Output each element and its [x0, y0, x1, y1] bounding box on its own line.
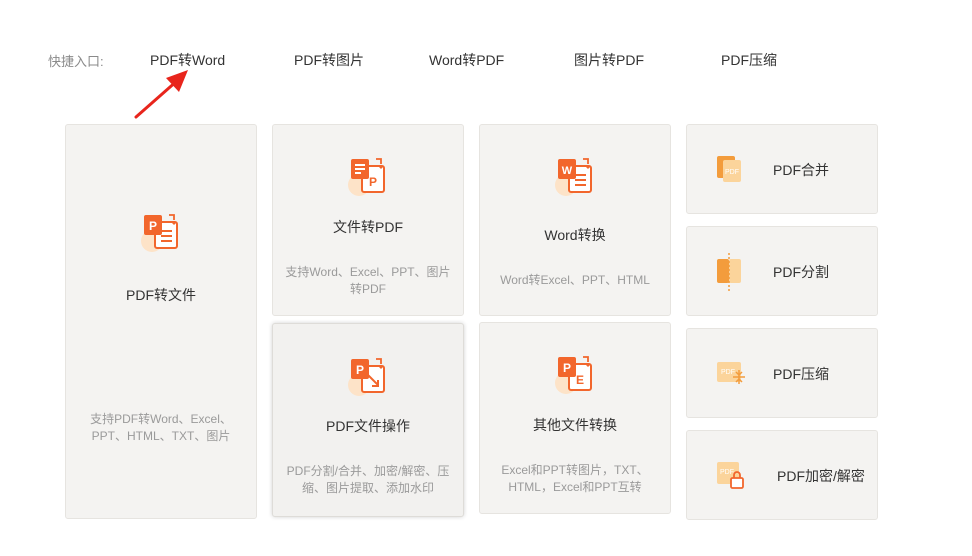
quick-link-pdf-to-image[interactable]: PDF转图片 — [294, 50, 364, 70]
pdf-lock-icon: PDF — [717, 462, 744, 489]
card-description: 支持PDF转Word、Excel、PPT、HTML、TXT、图片 — [90, 412, 232, 443]
file-to-pdf-icon: P — [348, 158, 385, 196]
card-title: Word转换 — [544, 227, 606, 243]
quick-link-pdf-compress[interactable]: PDF压缩 — [721, 50, 777, 70]
card-title: PDF转文件 — [126, 287, 196, 303]
svg-text:PDF: PDF — [720, 469, 734, 476]
card-pdf-file-operations[interactable]: P PDF文件操作 PDF分割/合并、加密/解密、压缩、图片提取、添加水印 — [272, 323, 464, 517]
card-title: PDF文件操作 — [326, 418, 410, 434]
card-description: PDF分割/合并、加密/解密、压缩、图片提取、添加水印 — [286, 464, 450, 495]
card-description: Word转Excel、PPT、HTML — [500, 273, 650, 287]
word-convert-icon: W — [555, 158, 592, 196]
tool-title: PDF分割 — [773, 264, 829, 280]
tool-card-pdf-split[interactable]: PDF分割 — [686, 226, 878, 316]
tool-card-pdf-encrypt[interactable]: PDF PDF加密/解密 — [686, 430, 878, 520]
card-word-convert[interactable]: W Word转换 Word转Excel、PPT、HTML — [479, 124, 671, 316]
svg-text:W: W — [562, 165, 573, 177]
tool-card-pdf-merge[interactable]: PDF PDF合并 — [686, 124, 878, 214]
card-file-to-pdf[interactable]: P 文件转PDF 支持Word、Excel、PPT、图片转PDF — [272, 124, 464, 316]
pdf-operations-icon: P — [348, 358, 385, 396]
svg-text:PDF: PDF — [721, 369, 735, 376]
quick-entry-label: 快捷入口: — [48, 54, 104, 69]
svg-text:P: P — [356, 363, 364, 377]
svg-text:P: P — [149, 219, 157, 233]
other-convert-icon: E P — [555, 356, 592, 394]
quick-link-image-to-pdf[interactable]: 图片转PDF — [574, 50, 644, 70]
pdf-merge-icon: PDF — [717, 156, 741, 182]
svg-text:P: P — [369, 175, 377, 189]
card-title: 文件转PDF — [333, 219, 403, 235]
svg-text:PDF: PDF — [725, 169, 739, 176]
card-description: Excel和PPT转图片，TXT、HTML，Excel和PPT互转 — [501, 463, 649, 494]
card-other-convert[interactable]: E P 其他文件转换 Excel和PPT转图片，TXT、HTML，Excel和P… — [479, 322, 671, 514]
pdf-split-icon — [717, 253, 741, 291]
tool-title: PDF压缩 — [773, 366, 829, 382]
red-arrow-annotation — [134, 70, 188, 119]
card-description: 支持Word、Excel、PPT、图片转PDF — [285, 265, 451, 296]
card-pdf-to-file[interactable]: P PDF转文件 支持PDF转Word、Excel、PPT、HTML、TXT、图… — [65, 124, 257, 519]
pdf-compress-icon: PDF — [717, 362, 745, 384]
svg-text:P: P — [563, 361, 571, 375]
tool-card-pdf-compress[interactable]: PDF PDF压缩 — [686, 328, 878, 418]
card-title: 其他文件转换 — [533, 417, 617, 433]
svg-text:E: E — [576, 373, 584, 387]
pdf-convert-icon: P — [141, 214, 178, 252]
tool-title: PDF合并 — [773, 162, 829, 178]
quick-link-word-to-pdf[interactable]: Word转PDF — [429, 50, 504, 70]
tool-title: PDF加密/解密 — [777, 468, 865, 484]
